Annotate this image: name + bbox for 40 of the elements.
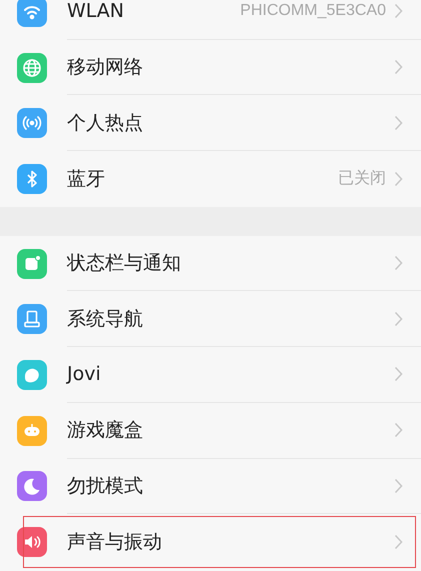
chevron-icon bbox=[394, 255, 403, 272]
settings-row[interactable]: 游戏魔盒 bbox=[0, 402, 421, 458]
settings-row[interactable]: WLAN PHICOMM_5E3CA0 bbox=[0, 0, 421, 40]
globe-icon bbox=[17, 52, 47, 83]
setting-label: 蓝牙 bbox=[67, 166, 106, 192]
setting-label: 个人热点 bbox=[67, 110, 144, 136]
moon-icon bbox=[17, 471, 47, 502]
settings-row[interactable]: 移动网络 bbox=[0, 40, 421, 96]
setting-value: 已关闭 bbox=[338, 168, 386, 190]
setting-label: 勿扰模式 bbox=[67, 474, 144, 499]
hotspot-icon bbox=[17, 108, 47, 138]
navigation-icon bbox=[17, 304, 47, 334]
setting-label: 移动网络 bbox=[67, 55, 144, 80]
bluetooth-icon bbox=[17, 164, 47, 194]
setting-label: WLAN bbox=[67, 0, 126, 22]
settings-row[interactable]: 勿扰模式 bbox=[0, 458, 421, 514]
chevron-icon bbox=[394, 478, 403, 494]
settings-row[interactable]: 系统导航 bbox=[0, 291, 421, 348]
settings-row[interactable]: 状态栏与通知 bbox=[0, 236, 421, 292]
chevron-icon bbox=[394, 170, 403, 187]
settings-row[interactable]: 蓝牙 已关闭 bbox=[0, 151, 421, 207]
chevron-icon bbox=[394, 534, 403, 550]
settings-row[interactable]: 声音与振动 bbox=[0, 514, 421, 570]
notification-icon bbox=[17, 248, 47, 279]
setting-value: PHICOMM_5E3CA0 bbox=[240, 2, 386, 20]
chevron-icon bbox=[394, 366, 403, 382]
settings-row[interactable]: Jovi bbox=[0, 347, 421, 403]
setting-label: Jovi bbox=[67, 363, 102, 386]
chevron-icon bbox=[394, 3, 403, 20]
chevron-icon bbox=[394, 114, 403, 131]
setting-label: 系统导航 bbox=[67, 306, 144, 332]
chevron-icon bbox=[394, 310, 403, 327]
chevron-icon bbox=[394, 59, 403, 76]
setting-label: 状态栏与通知 bbox=[67, 251, 182, 276]
speaker-icon bbox=[17, 527, 47, 558]
gamepad-icon bbox=[17, 416, 47, 446]
setting-label: 游戏魔盒 bbox=[67, 418, 144, 444]
setting-label: 声音与振动 bbox=[67, 530, 163, 556]
settings-row[interactable]: 个人热点 bbox=[0, 95, 421, 152]
chevron-icon bbox=[394, 422, 403, 438]
